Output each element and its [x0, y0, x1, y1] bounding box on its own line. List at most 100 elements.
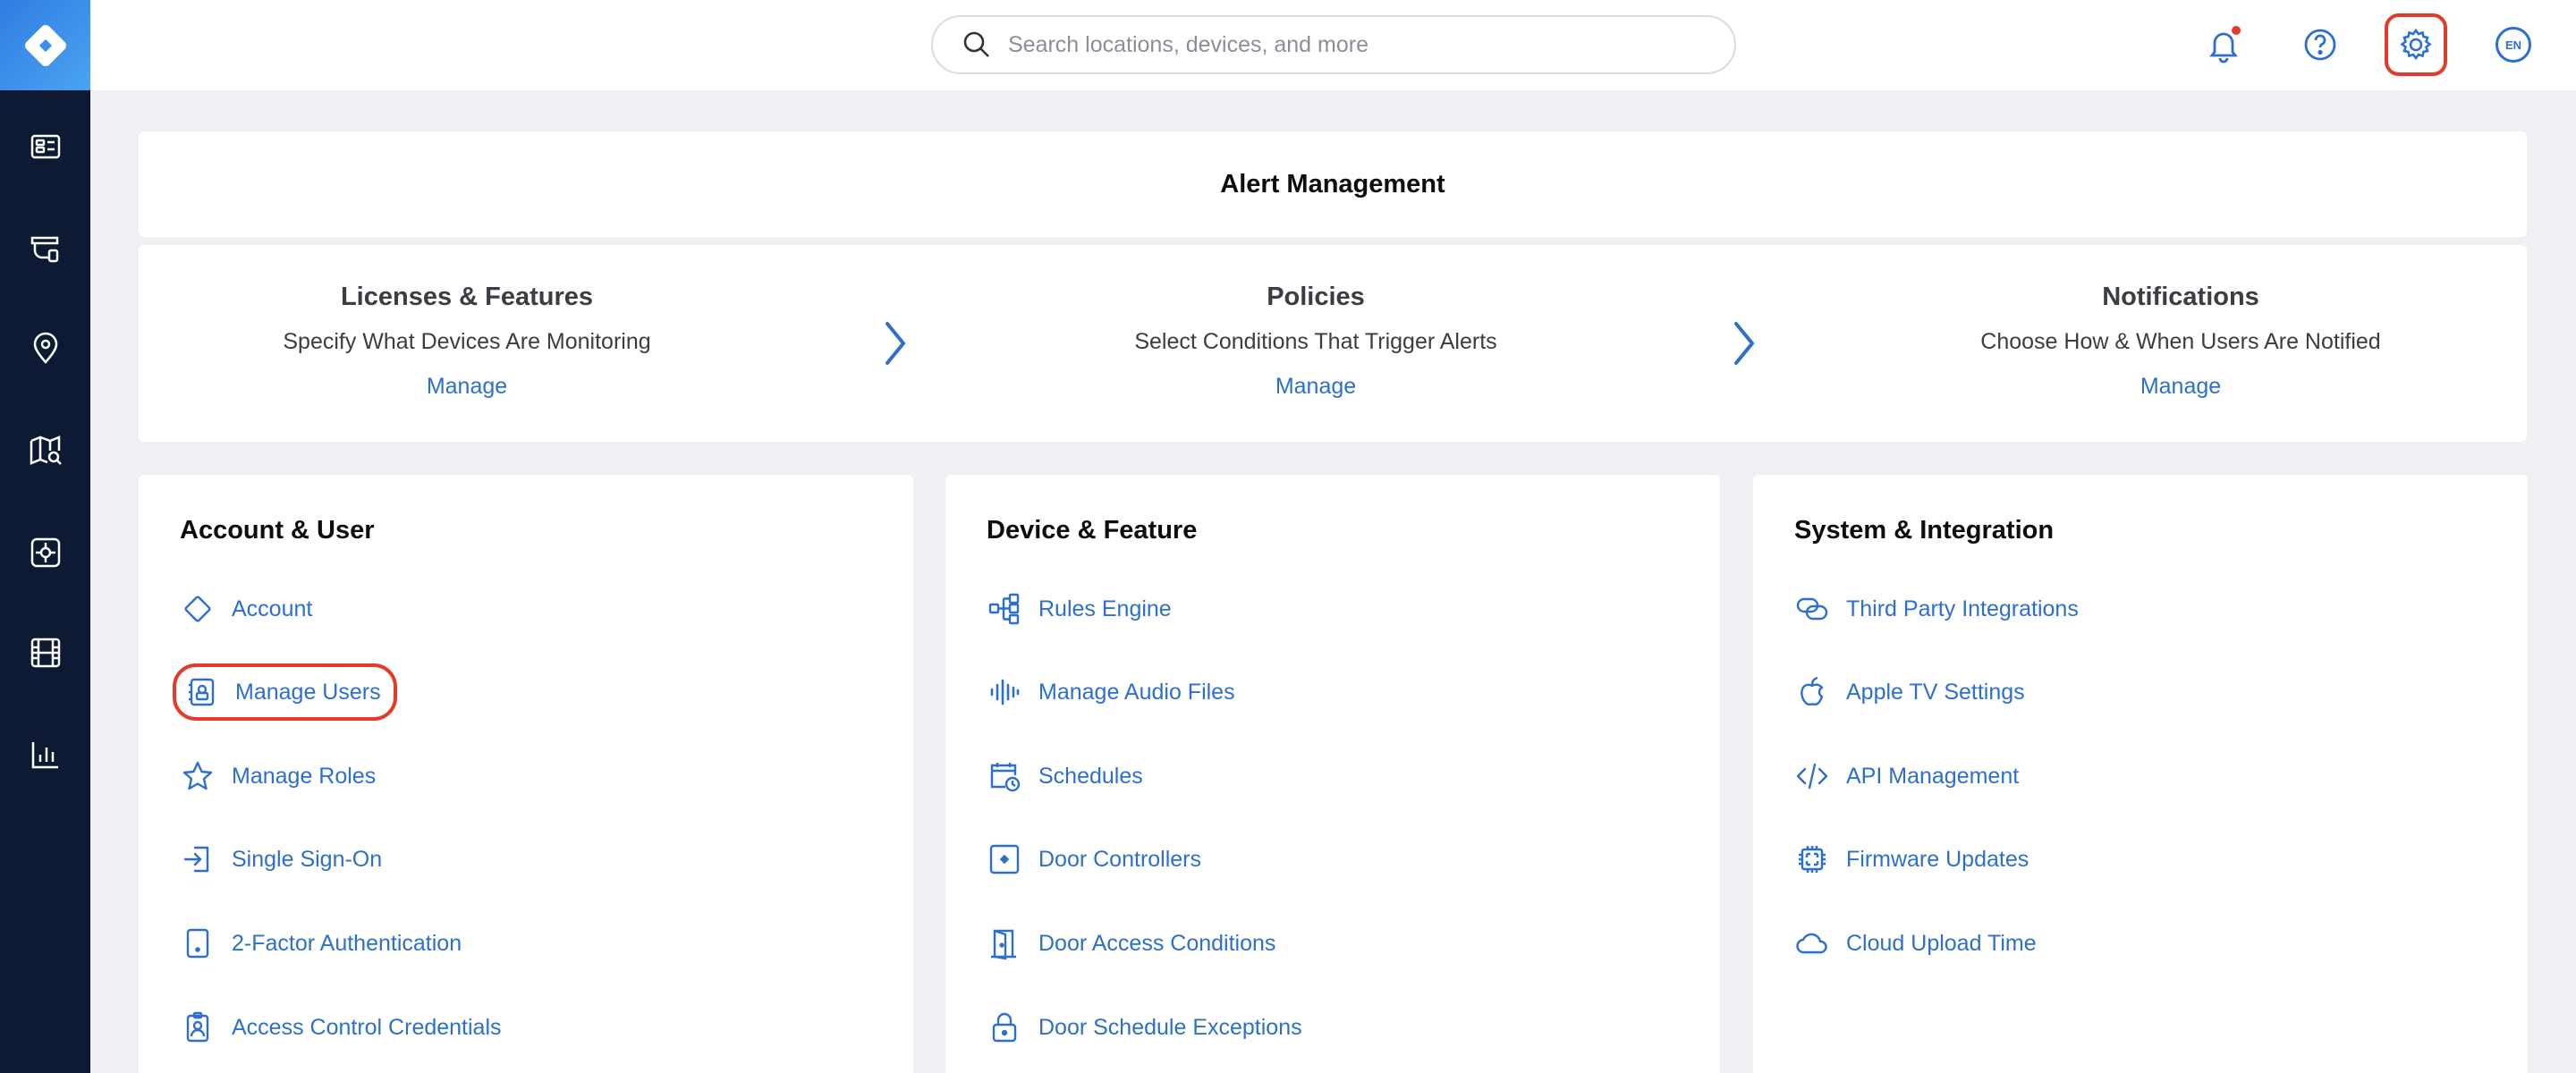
diamond-icon	[180, 591, 216, 627]
card-account-user: Account & User Account Manage Users Mana…	[139, 475, 913, 1073]
sidebar-item-dashboard[interactable]	[0, 111, 90, 182]
film-icon	[30, 638, 60, 668]
settings-item-label: Schedules	[1038, 763, 1143, 789]
manage-notifications-link[interactable]: Manage	[1912, 374, 2449, 400]
sidebar	[0, 0, 90, 1073]
settings-item-third-party-integrations[interactable]: Third Party Integrations	[1794, 584, 2079, 634]
settings-item-api-management[interactable]: API Management	[1794, 751, 2019, 801]
settings-item-apple-tv[interactable]: Apple TV Settings	[1794, 667, 2025, 717]
settings-item-2fa[interactable]: 2-Factor Authentication	[180, 918, 462, 968]
settings-item-cloud-upload-time[interactable]: Cloud Upload Time	[1794, 918, 2037, 968]
gear-icon	[2400, 28, 2432, 61]
card-title: Device & Feature	[987, 516, 1198, 545]
card-title: System & Integration	[1794, 516, 2055, 545]
settings-item-firmware-updates[interactable]: Firmware Updates	[1794, 834, 2029, 884]
step-policies: Policies Select Conditions That Trigger …	[1047, 245, 1584, 442]
map-search-icon	[30, 435, 62, 465]
sidebar-item-analytics[interactable]	[0, 719, 90, 790]
settings-item-label: Firmware Updates	[1846, 846, 2029, 872]
card-system-integration: System & Integration Third Party Integra…	[1753, 475, 2528, 1073]
question-circle-icon	[2304, 29, 2336, 61]
search-icon	[963, 31, 989, 57]
camera-device-icon	[30, 236, 58, 263]
code-icon	[1794, 758, 1830, 794]
alert-management-steps: Licenses & Features Specify What Devices…	[139, 245, 2527, 442]
chip-icon	[1794, 841, 1830, 877]
card-title: Account & User	[180, 516, 375, 545]
location-pin-icon	[33, 332, 57, 364]
search-input[interactable]	[1008, 31, 1706, 58]
cloud-icon	[1794, 925, 1830, 961]
sign-in-icon	[180, 841, 216, 877]
chevron-right-icon	[886, 322, 905, 365]
tablet-icon	[180, 925, 216, 961]
sidebar-item-footage[interactable]	[0, 617, 90, 689]
step-licenses-features: Licenses & Features Specify What Devices…	[199, 245, 735, 442]
settings-item-label: Door Access Conditions	[1038, 930, 1276, 956]
user-badge-icon	[183, 674, 219, 710]
step-title: Notifications	[2102, 283, 2259, 311]
alert-management-header: Alert Management	[139, 131, 2527, 237]
settings-item-manage-users[interactable]: Manage Users	[173, 663, 397, 721]
settings-item-label: Third Party Integrations	[1846, 596, 2079, 621]
settings-item-schedules[interactable]: Schedules	[987, 751, 1143, 801]
language-button[interactable]: EN	[2482, 13, 2545, 76]
lock-icon	[987, 1010, 1022, 1045]
id-badge-icon	[180, 1010, 216, 1045]
audio-wave-icon	[987, 674, 1022, 710]
settings-item-door-schedule-exceptions[interactable]: Door Schedule Exceptions	[987, 1002, 1302, 1052]
star-icon	[180, 758, 216, 794]
settings-item-label: 2-Factor Authentication	[232, 930, 462, 956]
step-description: Choose How & When Users Are Notified	[1980, 329, 2381, 354]
search-bar[interactable]	[931, 15, 1736, 74]
link-icon	[1794, 591, 1830, 627]
top-bar: EN	[90, 0, 2576, 90]
logo-diamond-icon	[24, 24, 66, 66]
settings-item-single-sign-on[interactable]: Single Sign-On	[180, 834, 382, 884]
settings-item-door-access-conditions[interactable]: Door Access Conditions	[987, 918, 1275, 968]
step-title: Licenses & Features	[340, 283, 594, 311]
settings-item-rules-engine[interactable]: Rules Engine	[987, 584, 1172, 634]
flow-icon	[987, 591, 1022, 627]
calendar-clock-icon	[987, 758, 1022, 794]
card-device-feature: Device & Feature Rules Engine Manage Aud…	[945, 475, 1720, 1073]
settings-item-label: Manage Users	[235, 679, 381, 705]
settings-item-label: API Management	[1846, 763, 2020, 789]
settings-item-label: Access Control Credentials	[232, 1014, 502, 1040]
door-icon	[987, 925, 1022, 961]
settings-item-access-credentials[interactable]: Access Control Credentials	[180, 1002, 502, 1052]
help-button[interactable]	[2289, 13, 2351, 76]
chevron-right-icon	[1734, 322, 1754, 365]
app-logo[interactable]	[0, 0, 90, 90]
settings-item-label: Manage Audio Files	[1038, 679, 1235, 705]
settings-item-audio-files[interactable]: Manage Audio Files	[987, 667, 1235, 717]
manage-licenses-link[interactable]: Manage	[199, 374, 735, 400]
notifications-button[interactable]	[2192, 13, 2255, 76]
settings-item-label: Door Controllers	[1038, 846, 1202, 872]
access-panel-icon	[30, 537, 60, 568]
step-description: Specify What Devices Are Monitoring	[283, 329, 651, 354]
sidebar-item-maps[interactable]	[0, 415, 90, 486]
apple-icon	[1794, 674, 1830, 710]
step-notifications: Notifications Choose How & When Users Ar…	[1912, 245, 2449, 442]
settings-item-label: Apple TV Settings	[1846, 679, 2025, 705]
sidebar-item-locations[interactable]	[0, 313, 90, 384]
sidebar-item-access[interactable]	[0, 517, 90, 588]
settings-button[interactable]	[2385, 13, 2447, 76]
door-controller-icon	[987, 841, 1022, 877]
manage-policies-link[interactable]: Manage	[1047, 374, 1584, 400]
settings-item-label: Manage Roles	[232, 763, 377, 789]
dashboard-icon	[30, 134, 60, 159]
settings-item-account[interactable]: Account	[180, 584, 312, 634]
language-badge: EN	[2496, 27, 2531, 63]
settings-item-label: Cloud Upload Time	[1846, 930, 2037, 956]
step-title: Policies	[1267, 283, 1365, 311]
settings-item-label: Single Sign-On	[232, 846, 383, 872]
step-description: Select Conditions That Trigger Alerts	[1134, 329, 1497, 354]
settings-item-manage-roles[interactable]: Manage Roles	[180, 751, 376, 801]
settings-item-door-controllers[interactable]: Door Controllers	[987, 834, 1201, 884]
bar-chart-icon	[31, 742, 58, 769]
settings-item-label: Door Schedule Exceptions	[1038, 1014, 1302, 1040]
sidebar-item-devices[interactable]	[0, 213, 90, 284]
settings-item-label: Account	[232, 596, 313, 621]
